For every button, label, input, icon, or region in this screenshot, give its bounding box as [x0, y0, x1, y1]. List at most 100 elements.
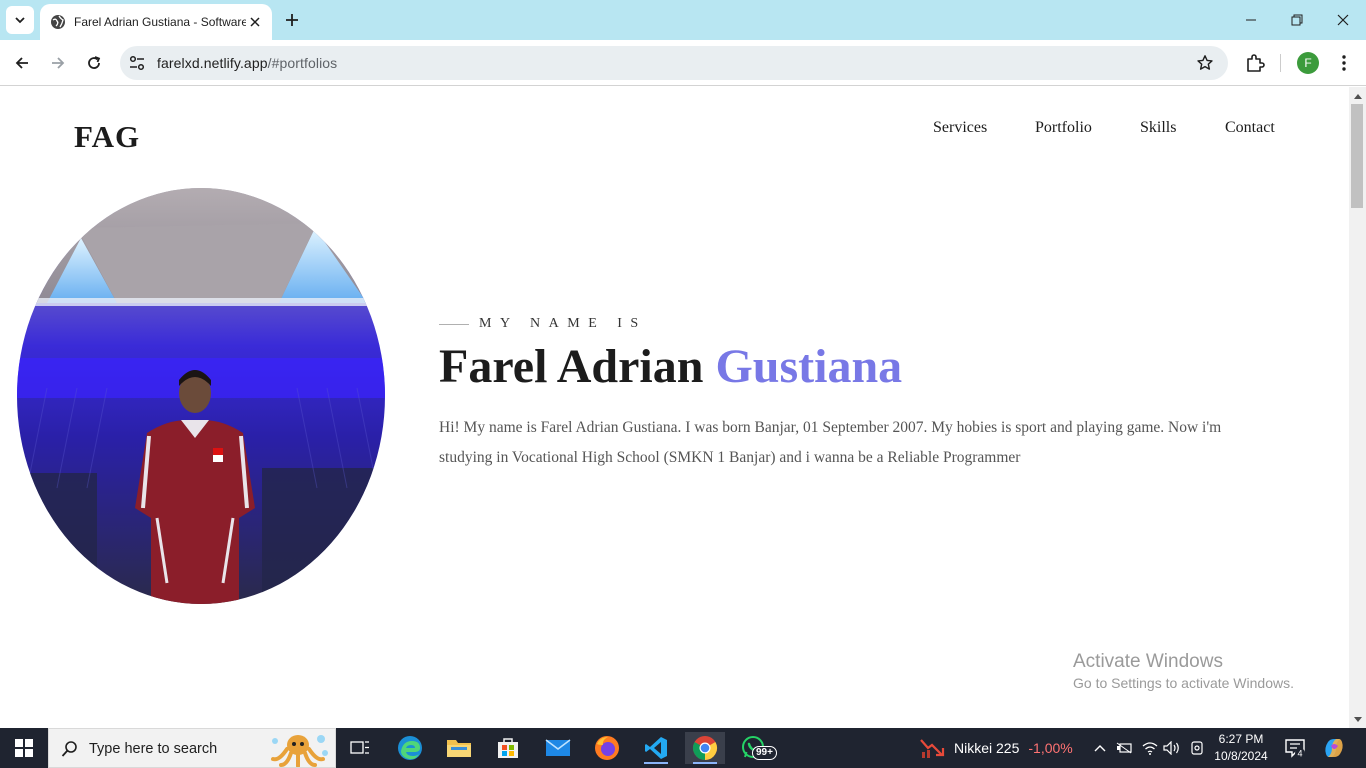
- running-indicator: [693, 762, 717, 764]
- back-button[interactable]: [8, 49, 36, 77]
- page-viewport: FAG Services Portfolio Skills Contact MY…: [0, 87, 1349, 728]
- whatsapp-unread-badge: 99+: [752, 746, 777, 760]
- tab-search-button[interactable]: [6, 6, 34, 34]
- site-info-icon[interactable]: [128, 54, 146, 72]
- taskbar-edge[interactable]: [390, 732, 430, 764]
- windows-taskbar: Type here to search 99+ Nikkei 225 -1,00…: [0, 728, 1366, 768]
- store-icon: [498, 738, 518, 758]
- arrow-left-icon: [15, 57, 28, 69]
- hero-bio: Hi! My name is Farel Adrian Gustiana. I …: [439, 419, 1222, 466]
- hero-first-name: Farel Adrian: [439, 340, 704, 393]
- stock-ticker-widget[interactable]: Nikkei 225 -1,00%: [920, 728, 1073, 768]
- tray-volume[interactable]: [1162, 738, 1182, 758]
- more-vert-icon: [1342, 55, 1346, 71]
- browser-tab-active[interactable]: Farel Adrian Gustiana - Software Enginee…: [40, 4, 272, 40]
- url-path: /#portfolios: [267, 55, 338, 71]
- search-highlight-octopus-icon: [271, 735, 328, 767]
- watermark-subtitle: Go to Settings to activate Windows.: [1073, 675, 1294, 691]
- site-logo[interactable]: FAG: [74, 119, 140, 155]
- edge-icon: [398, 736, 422, 760]
- wifi-icon: [1142, 742, 1158, 755]
- taskbar-search-box[interactable]: Type here to search: [48, 728, 336, 768]
- tab-close-icon[interactable]: [246, 13, 264, 31]
- taskbar-file-explorer[interactable]: [439, 732, 479, 764]
- clock-date: 10/8/2024: [1214, 749, 1268, 763]
- extensions-puzzle-icon[interactable]: [1244, 52, 1266, 74]
- speaker-icon: [1163, 741, 1179, 755]
- chevron-down-icon: [15, 17, 25, 24]
- clock-time: 6:27 PM: [1218, 732, 1264, 746]
- arrow-right-icon: [52, 57, 65, 69]
- minimize-icon: [1246, 19, 1256, 21]
- new-tab-button[interactable]: [282, 10, 302, 30]
- browser-menu-button[interactable]: [1334, 52, 1354, 74]
- scrollbar-thumb[interactable]: [1351, 104, 1363, 208]
- bookmark-star-icon[interactable]: [1196, 54, 1214, 72]
- folder-icon: [447, 740, 471, 757]
- tray-network[interactable]: [1140, 738, 1160, 758]
- stock-down-chart-icon: [920, 739, 945, 758]
- eyebrow-text: MY NAME IS: [479, 316, 647, 331]
- profile-photo: [17, 188, 385, 604]
- scroll-up-arrow-icon[interactable]: [1349, 87, 1366, 104]
- browser-tab-strip: Farel Adrian Gustiana - Software Enginee…: [0, 0, 1366, 40]
- hero-last-name: Gustiana: [715, 340, 903, 393]
- nav-portfolio[interactable]: Portfolio: [1035, 119, 1092, 137]
- vscode-icon: [645, 737, 667, 759]
- notification-center-icon[interactable]: 4: [1284, 737, 1306, 759]
- toolbar-divider: [1280, 54, 1281, 72]
- reload-button[interactable]: [80, 49, 108, 77]
- minimize-button[interactable]: [1228, 0, 1274, 40]
- taskbar-vscode[interactable]: [636, 732, 676, 764]
- address-bar[interactable]: farelxd.netlify.app/#portfolios: [120, 46, 1228, 80]
- taskbar-chrome[interactable]: [685, 732, 725, 764]
- plus-icon: [286, 14, 298, 26]
- taskbar-clock[interactable]: 6:27 PM 10/8/2024: [1208, 731, 1274, 765]
- show-hidden-icons-button[interactable]: [1090, 738, 1110, 758]
- page-scrollbar[interactable]: [1349, 87, 1366, 728]
- tray-meet-now[interactable]: [1187, 738, 1207, 758]
- chevron-up-icon: [1094, 745, 1106, 752]
- taskbar-microsoft-store[interactable]: [488, 732, 528, 764]
- ticker-name: Nikkei 225: [954, 740, 1020, 756]
- globe-icon: [51, 15, 65, 29]
- taskbar-firefox[interactable]: [587, 732, 627, 764]
- url-host: farelxd.netlify.app: [157, 55, 268, 71]
- eyebrow-label: MY NAME IS: [439, 316, 647, 332]
- nav-contact[interactable]: Contact: [1225, 119, 1275, 137]
- forward-button[interactable]: [44, 49, 72, 77]
- nav-skills[interactable]: Skills: [1140, 119, 1176, 137]
- watermark-title: Activate Windows: [1073, 651, 1223, 672]
- browser-toolbar: farelxd.netlify.app/#portfolios F: [0, 40, 1366, 86]
- restore-icon: [1291, 14, 1303, 26]
- device-icon: [1191, 741, 1203, 755]
- battery-icon: [1116, 742, 1132, 754]
- running-indicator: [644, 762, 668, 764]
- close-icon: [1337, 14, 1349, 26]
- notification-count: 4: [1297, 749, 1302, 759]
- firefox-icon: [595, 736, 619, 760]
- mail-icon: [545, 739, 571, 756]
- nav-services[interactable]: Services: [933, 119, 987, 137]
- activate-windows-watermark: Activate Windows Go to Settings to activ…: [1073, 651, 1294, 691]
- hero-name: Farel Adrian Gustiana: [439, 339, 902, 394]
- search-icon: [61, 741, 77, 757]
- close-window-button[interactable]: [1320, 0, 1366, 40]
- scroll-down-arrow-icon[interactable]: [1349, 711, 1366, 728]
- task-view-button[interactable]: [340, 732, 380, 764]
- taskbar-mail[interactable]: [538, 732, 578, 764]
- copilot-icon[interactable]: [1322, 736, 1346, 760]
- search-placeholder: Type here to search: [89, 741, 218, 757]
- reload-icon: [88, 56, 101, 69]
- restore-button[interactable]: [1274, 0, 1320, 40]
- ticker-change: -1,00%: [1028, 740, 1073, 756]
- eyebrow-line: [439, 323, 469, 325]
- windows-logo-icon: [15, 739, 33, 757]
- url-text: farelxd.netlify.app/#portfolios: [157, 55, 337, 71]
- profile-avatar[interactable]: F: [1297, 52, 1319, 74]
- chrome-icon: [692, 736, 718, 760]
- tab-title: Farel Adrian Gustiana - Software Enginee…: [74, 15, 246, 29]
- task-view-icon: [350, 741, 369, 754]
- tray-battery[interactable]: [1114, 738, 1134, 758]
- start-button[interactable]: [0, 728, 48, 768]
